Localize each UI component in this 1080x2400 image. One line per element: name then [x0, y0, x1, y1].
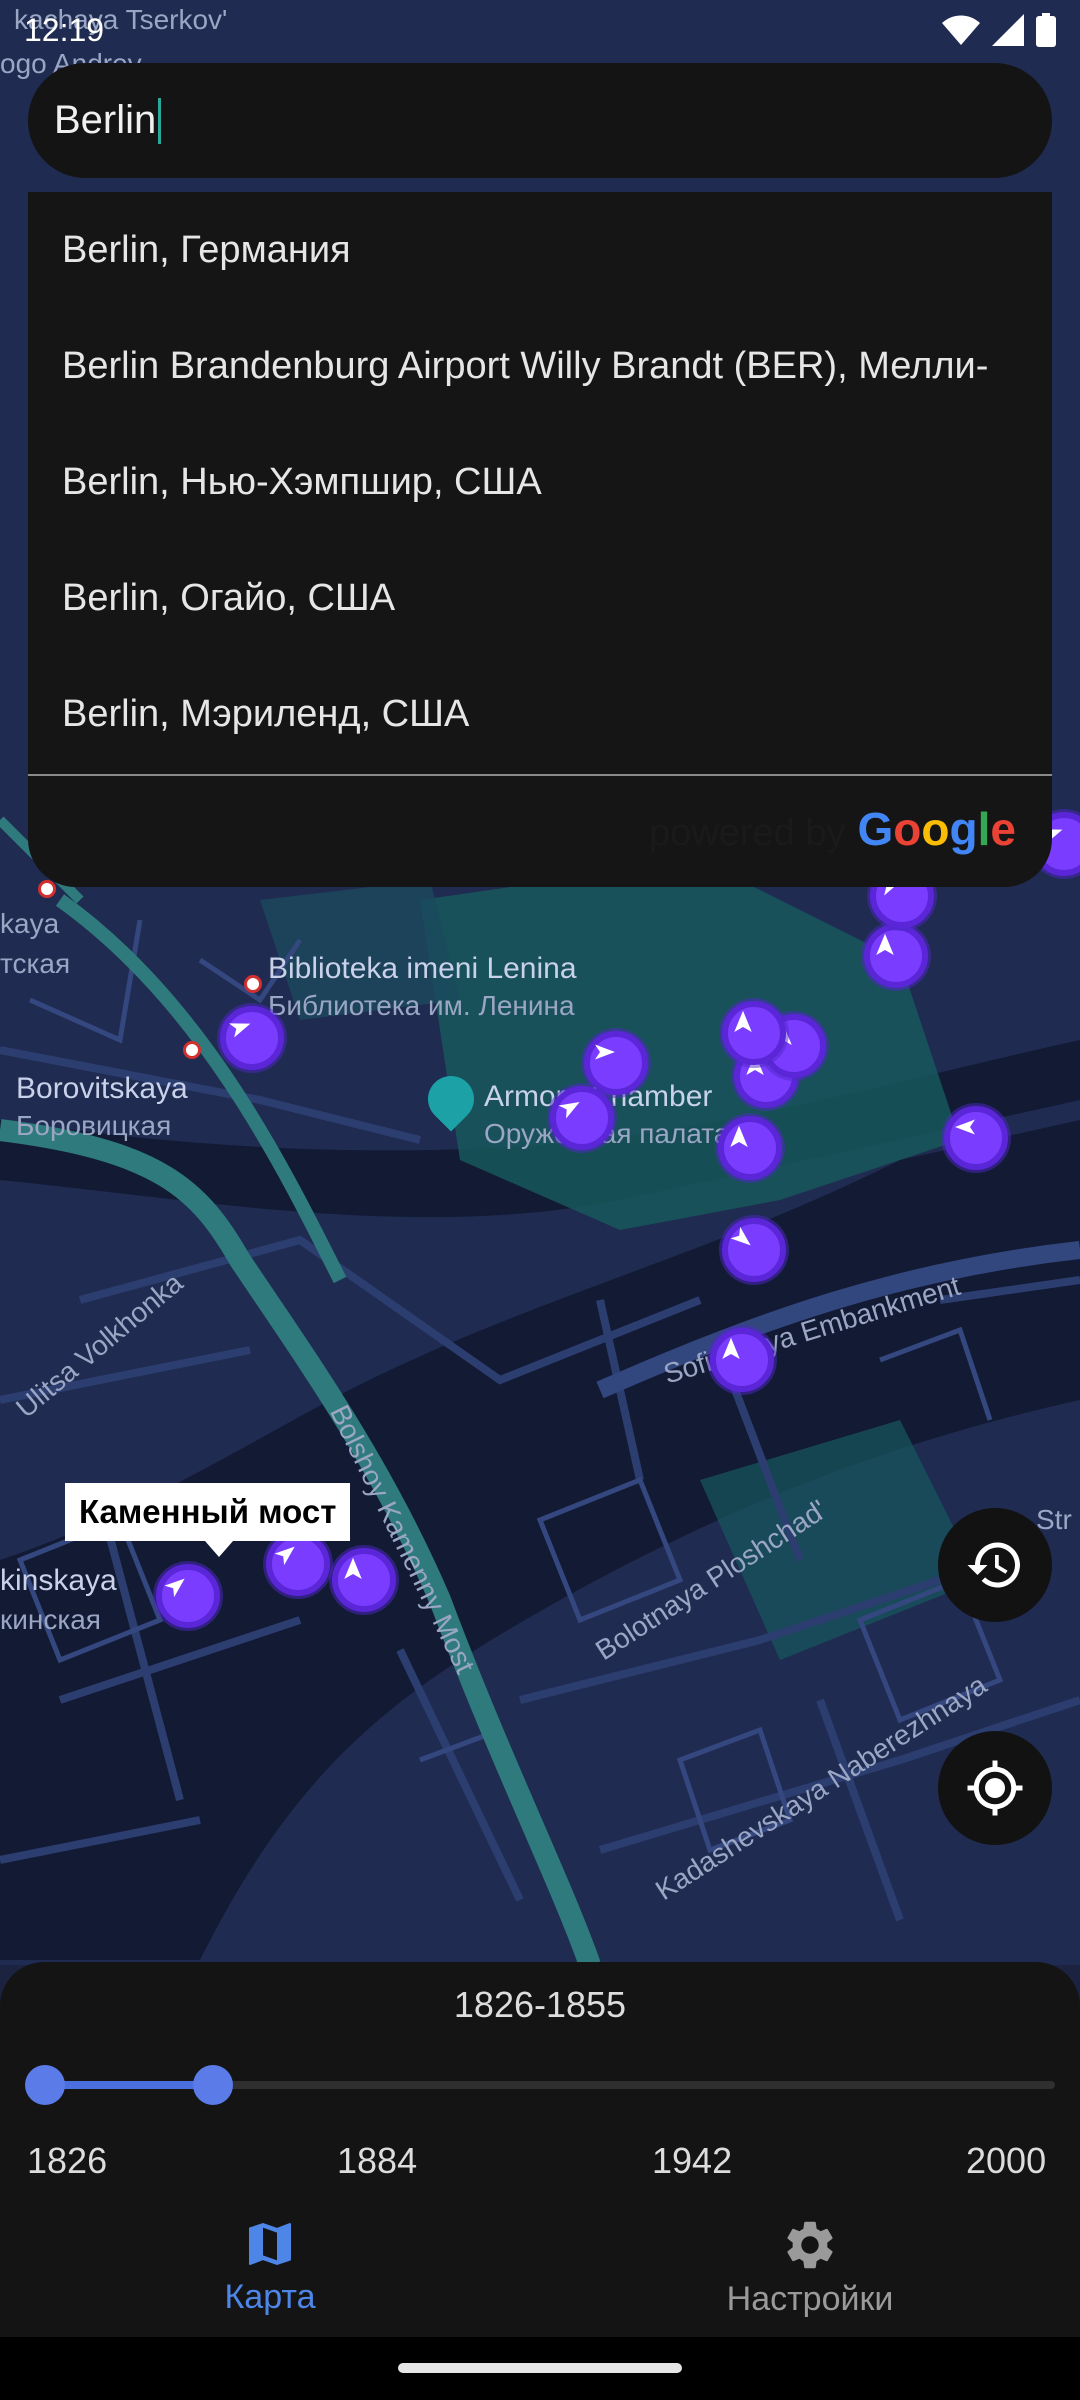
nav-item-settings[interactable]: Настройки — [540, 2202, 1080, 2337]
map-label: Borovitskaya — [16, 1072, 188, 1105]
photo-marker[interactable] — [864, 924, 928, 988]
photo-marker[interactable] — [266, 1532, 330, 1596]
slider-tick-label: 1826 — [27, 2140, 108, 2181]
slider-tick-label: 2000 — [966, 2140, 1047, 2181]
google-letter: l — [977, 803, 991, 855]
photo-marker[interactable] — [710, 1328, 774, 1392]
photo-marker[interactable] — [550, 1086, 614, 1150]
map-label: kaya — [0, 908, 60, 939]
photo-marker[interactable] — [944, 1106, 1008, 1170]
home-indicator[interactable] — [398, 2363, 682, 2373]
nav-label-map: Карта — [224, 2278, 316, 2316]
map-icon — [249, 2223, 291, 2265]
photo-marker[interactable] — [722, 1001, 786, 1065]
search-field[interactable]: Berlin — [28, 63, 1052, 178]
suggestion-item[interactable]: Berlin Brandenburg Airport Willy Brandt … — [28, 308, 1052, 424]
map-label: тская — [0, 948, 71, 979]
photo-marker[interactable] — [332, 1548, 396, 1612]
map-label: Боровицкая — [16, 1110, 172, 1141]
bottom-navigation: Карта Настройки — [0, 2202, 1080, 2337]
divider — [28, 774, 1052, 776]
suggestion-item[interactable]: Berlin, Нью-Хэмпшир, США — [28, 424, 1052, 540]
google-logo: Google — [858, 802, 1016, 856]
slider-tick-label: 1942 — [652, 2140, 733, 2181]
slider-tick-label: 1884 — [337, 2140, 418, 2181]
nav-item-map[interactable]: Карта — [0, 2202, 540, 2337]
metro-icon — [183, 1041, 201, 1059]
search-input[interactable]: Berlin — [54, 98, 156, 143]
map-label: kinskaya — [0, 1564, 117, 1597]
slider-range-fill — [45, 2081, 214, 2089]
google-letter: e — [990, 803, 1016, 855]
gesture-bar — [0, 2337, 1080, 2400]
battery-icon — [1036, 13, 1056, 47]
google-letter: g — [949, 803, 978, 855]
map-label: Библиотека им. Ленина — [268, 990, 575, 1021]
google-letter: G — [857, 803, 894, 855]
my-location-button[interactable] — [938, 1731, 1052, 1845]
gear-icon — [787, 2221, 833, 2269]
status-time: 12:19 — [24, 11, 105, 48]
signal-icon — [992, 14, 1024, 46]
google-attribution: powered by Google — [649, 802, 1016, 856]
suggestion-item[interactable]: Berlin, Мэриленд, США — [28, 656, 1052, 772]
wifi-icon — [942, 15, 980, 45]
text-cursor — [158, 97, 162, 144]
photo-marker[interactable] — [220, 1006, 284, 1070]
history-icon — [967, 1542, 1020, 1588]
photo-marker[interactable] — [718, 1116, 782, 1180]
my-location-icon — [967, 1760, 1023, 1816]
slider-start-thumb[interactable] — [25, 2065, 65, 2105]
metro-icon — [244, 975, 262, 993]
photo-marker[interactable] — [156, 1564, 220, 1628]
nav-label-settings: Настройки — [726, 2280, 894, 2318]
map-label: Biblioteka imeni Lenina — [268, 952, 577, 985]
google-letter: o — [921, 803, 950, 855]
status-bar: 12:19 — [0, 0, 1080, 60]
history-button[interactable] — [938, 1508, 1052, 1622]
metro-icon — [38, 880, 56, 898]
place-callout[interactable]: Каменный мост — [65, 1483, 351, 1557]
status-icons — [942, 13, 1056, 47]
autocomplete-list: Berlin, Германия Berlin Brandenburg Airp… — [28, 192, 1052, 887]
photo-marker[interactable] — [722, 1218, 786, 1282]
photo-marker[interactable] — [584, 1031, 648, 1095]
google-letter: o — [893, 803, 922, 855]
range-label: 1826-1855 — [453, 1984, 627, 2025]
attribution-prefix: powered by — [649, 812, 846, 854]
suggestion-item[interactable]: Berlin, Германия — [28, 192, 1052, 308]
suggestion-item[interactable]: Berlin, Огайо, США — [28, 540, 1052, 656]
map-label: кинская — [0, 1604, 101, 1635]
